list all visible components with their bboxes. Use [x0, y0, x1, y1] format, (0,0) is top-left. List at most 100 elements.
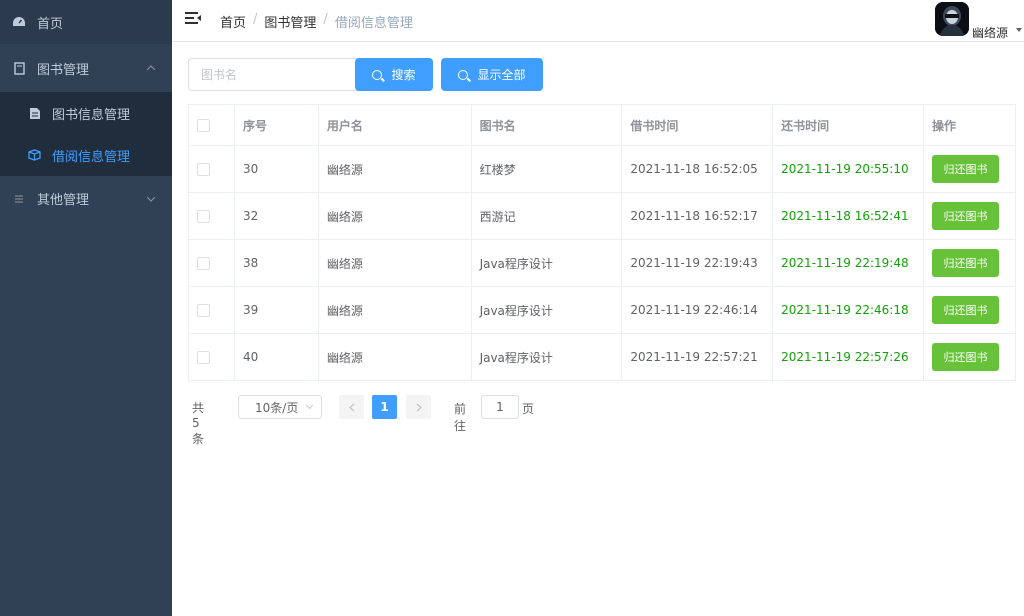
cell-book: 红楼梦 — [470, 145, 623, 193]
sidebar-item-borrow-info-label: 借阅信息管理 — [52, 149, 131, 165]
column-header-borrow-time[interactable]: 借书时间 — [621, 104, 774, 146]
pagination-total: 共 5 条 — [192, 401, 205, 446]
sidebar-item-borrow-info[interactable]: 借阅信息管理 — [0, 134, 172, 176]
cell-user: 幽络源 — [317, 286, 472, 334]
book-submenu: 图书信息管理 借阅信息管理 — [0, 92, 172, 176]
chevron-right-icon — [416, 403, 422, 411]
cell-id: 39 — [233, 286, 319, 334]
show-all-button[interactable]: 显示全部 — [441, 58, 543, 91]
search-icon — [458, 69, 469, 80]
cell-borrow-time: 2021-11-19 22:57:21 — [621, 333, 774, 381]
breadcrumb-separator: / — [323, 12, 328, 27]
breadcrumb-item-home[interactable]: 首页 — [220, 12, 246, 31]
column-header-id[interactable]: 序号 — [233, 104, 319, 146]
cell-user: 幽络源 — [317, 145, 472, 193]
book-info-icon — [28, 107, 41, 120]
page-size-value: 10条/页 — [255, 400, 299, 415]
dashboard-icon — [12, 15, 26, 29]
goto-page-input[interactable] — [481, 395, 519, 419]
page-size-select[interactable]: 10条/页 — [238, 395, 322, 419]
borrow-table: 序号 用户名 图书名 借书时间 还书时间 操作 30 幽络源 红楼梦 2021-… — [188, 104, 1017, 381]
cell-id: 38 — [233, 239, 319, 287]
breadcrumb-separator: / — [253, 12, 258, 27]
cell-id: 40 — [233, 333, 319, 381]
search-button[interactable]: 搜索 — [355, 58, 433, 91]
caret-down-icon[interactable] — [1016, 28, 1022, 32]
chevron-down-icon — [305, 401, 314, 410]
cell-borrow-time: 2021-11-18 16:52:17 — [621, 192, 774, 240]
table-row: 38 幽络源 Java程序设计 2021-11-19 22:19:43 2021… — [188, 239, 1017, 287]
breadcrumb: 首页 / 图书管理 / 借阅信息管理 — [220, 12, 413, 31]
cell-borrow-time: 2021-11-19 22:46:14 — [621, 286, 774, 334]
cell-user: 幽络源 — [317, 239, 472, 287]
user-name[interactable]: 幽络源 — [972, 24, 1008, 41]
show-all-button-label: 显示全部 — [477, 68, 526, 82]
table-row: 30 幽络源 红楼梦 2021-11-18 16:52:05 2021-11-1… — [188, 145, 1017, 193]
return-book-button[interactable]: 归还图书 — [931, 343, 999, 371]
table-row: 40 幽络源 Java程序设计 2021-11-19 22:57:21 2021… — [188, 333, 1017, 381]
chevron-down-icon — [146, 192, 156, 202]
cell-borrow-time: 2021-11-18 16:52:05 — [621, 145, 774, 193]
cell-return-time: 2021-11-19 22:57:26 — [772, 333, 924, 381]
cell-action: 归还图书 — [922, 286, 1017, 334]
sidebar-item-book-info-label: 图书信息管理 — [52, 107, 131, 123]
breadcrumb-item-current: 借阅信息管理 — [334, 16, 413, 31]
table-header-row: 序号 用户名 图书名 借书时间 还书时间 操作 — [188, 104, 1017, 146]
cell-id: 30 — [233, 145, 319, 193]
cell-book: Java程序设计 — [470, 239, 623, 287]
cell-id: 32 — [233, 192, 319, 240]
next-page-button[interactable] — [406, 395, 431, 419]
row-checkbox[interactable] — [197, 163, 210, 176]
sidebar-item-book-info[interactable]: 图书信息管理 — [0, 92, 172, 134]
column-header-book[interactable]: 图书名 — [470, 104, 623, 146]
cell-return-time: 2021-11-19 22:19:48 — [772, 239, 924, 287]
select-all-cell — [188, 104, 235, 146]
chevron-up-icon — [146, 65, 156, 74]
sidebar: 首页 图书管理 图书信息管理 借阅信息管理 其他管理 — [0, 0, 172, 616]
cell-book: Java程序设计 — [470, 333, 623, 381]
menu-item-book-management-label: 图书管理 — [37, 62, 90, 78]
cell-action: 归还图书 — [922, 239, 1017, 287]
menu-item-book-management[interactable]: 图书管理 — [0, 44, 172, 92]
search-icon — [372, 69, 383, 80]
return-book-button[interactable]: 归还图书 — [931, 249, 999, 277]
row-checkbox[interactable] — [197, 210, 210, 223]
cell-action: 归还图书 — [922, 145, 1017, 193]
row-checkbox[interactable] — [197, 351, 210, 364]
list-icon — [12, 192, 26, 206]
cell-return-time: 2021-11-19 22:46:18 — [772, 286, 924, 334]
avatar[interactable] — [935, 2, 969, 36]
chevron-left-icon — [348, 403, 354, 411]
return-book-button[interactable]: 归还图书 — [931, 296, 999, 324]
cell-return-time: 2021-11-19 20:55:10 — [772, 145, 924, 193]
breadcrumb-item-book-management[interactable]: 图书管理 — [264, 12, 316, 31]
page-button-current[interactable]: 1 — [372, 395, 397, 419]
column-header-return-time[interactable]: 还书时间 — [772, 104, 924, 146]
select-all-checkbox[interactable] — [197, 119, 210, 132]
column-header-action: 操作 — [922, 104, 1017, 146]
menu-item-other-management-label: 其他管理 — [37, 193, 90, 208]
row-checkbox[interactable] — [197, 257, 210, 270]
cell-return-time: 2021-11-18 16:52:41 — [772, 192, 924, 240]
menu-item-other-management[interactable]: 其他管理 — [0, 176, 172, 221]
top-navbar: 首页 / 图书管理 / 借阅信息管理 幽络源 — [172, 0, 1024, 42]
cell-action: 归还图书 — [922, 192, 1017, 240]
return-book-button[interactable]: 归还图书 — [931, 202, 999, 230]
search-button-label: 搜索 — [391, 68, 416, 82]
column-header-user[interactable]: 用户名 — [317, 104, 472, 146]
menu-item-home-label: 首页 — [37, 16, 64, 32]
hamburger-icon[interactable] — [185, 12, 201, 26]
prev-page-button[interactable] — [339, 395, 364, 419]
menu-item-home[interactable]: 首页 — [0, 0, 172, 44]
document-icon — [12, 61, 26, 75]
goto-label: 前往 — [454, 402, 467, 433]
book-name-search-input[interactable] — [188, 58, 358, 91]
cell-book: Java程序设计 — [470, 286, 623, 334]
cell-user: 幽络源 — [317, 333, 472, 381]
return-book-button[interactable]: 归还图书 — [931, 155, 999, 183]
table-row: 32 幽络源 西游记 2021-11-18 16:52:17 2021-11-1… — [188, 192, 1017, 240]
goto-unit: 页 — [522, 402, 535, 416]
box-icon — [28, 149, 41, 162]
cell-user: 幽络源 — [317, 192, 472, 240]
row-checkbox[interactable] — [197, 304, 210, 317]
